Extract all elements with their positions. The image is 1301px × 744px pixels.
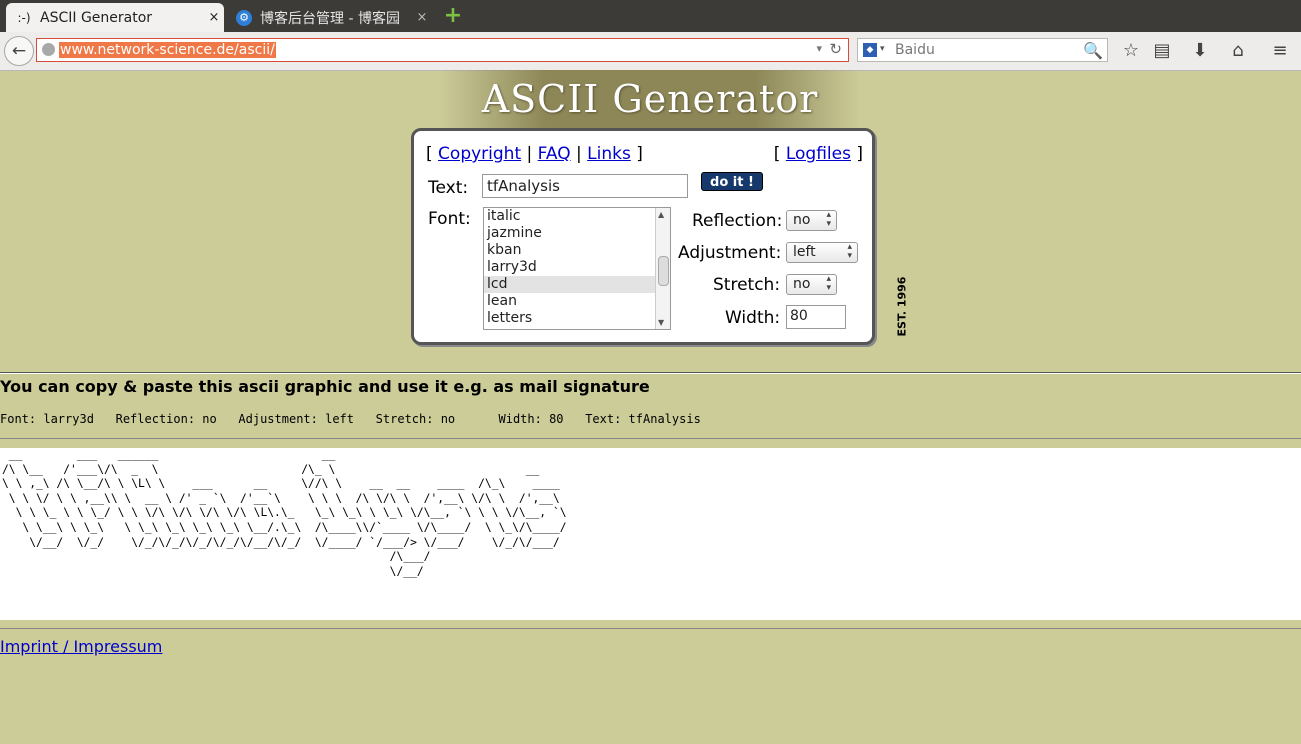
tab-title: 博客后台管理 - 博客园 [260, 10, 400, 27]
close-tab-icon[interactable]: × [412, 10, 432, 25]
home-icon[interactable]: ⌂ [1227, 40, 1249, 62]
search-bar[interactable]: ◆ ▾ Baidu 🔍 [857, 38, 1108, 62]
logo-text: ASCII Generator [481, 77, 819, 121]
select-arrows-icon: ▴ ▾ [847, 242, 852, 261]
font-listbox[interactable]: italic jazmine kban larry3d lcd lean let… [483, 207, 671, 330]
stretch-label: Stretch: [713, 275, 781, 295]
close-tab-icon[interactable]: × [204, 10, 224, 25]
select-arrows-icon: ▴ ▾ [826, 210, 831, 229]
text-input[interactable]: tfAnalysis [482, 174, 688, 198]
do-it-button[interactable]: do it ! [701, 172, 763, 191]
back-arrow-icon[interactable]: ← [4, 36, 34, 66]
ascii-output-area: __ ___ ______ __ /\ \__ /'___\/\ _ \ /\_… [0, 448, 1301, 620]
width-label: Width: [725, 308, 781, 328]
logfiles-links: [ Logfiles ] [773, 144, 863, 164]
reload-icon[interactable]: ↻ [829, 40, 842, 58]
navigation-bar: ← www.network-science.de/ascii/ ▾ ↻ ◆ ▾ … [0, 32, 1301, 71]
stretch-select[interactable]: no ▴ ▾ [786, 274, 837, 295]
copy-paste-note: You can copy & paste this ascii graphic … [0, 377, 650, 396]
url-text[interactable]: www.network-science.de/ascii/ [59, 42, 276, 58]
top-links: [ Copyright | FAQ | Links ] [426, 144, 643, 164]
font-option[interactable]: jazmine [484, 225, 657, 242]
reflection-select[interactable]: no ▴ ▾ [786, 210, 837, 231]
font-option[interactable]: italic [484, 208, 657, 225]
logfiles-link[interactable]: Logfiles [786, 144, 851, 164]
search-input[interactable]: Baidu [895, 42, 935, 58]
scroll-thumb[interactable] [658, 256, 669, 286]
font-list-scrollbar[interactable]: ▲ ▼ [655, 208, 670, 329]
tab-ascii-generator[interactable]: :-) ASCII Generator × [6, 3, 224, 32]
divider [0, 438, 1301, 439]
reading-list-icon[interactable]: ▤ [1151, 40, 1173, 62]
stretch-value: no [793, 276, 811, 292]
font-label: Font: [428, 209, 471, 229]
est-label: EST. 1996 [895, 276, 909, 337]
copyright-link[interactable]: Copyright [438, 144, 521, 164]
divider [0, 628, 1301, 629]
font-option[interactable]: letters [484, 310, 657, 327]
reflection-value: no [793, 212, 811, 228]
tab-title: ASCII Generator [40, 9, 153, 26]
font-option[interactable]: kban [484, 242, 657, 259]
imprint-link[interactable]: Imprint / Impressum [0, 637, 162, 656]
divider [0, 372, 1301, 374]
globe-icon [42, 43, 55, 56]
tab-bar: :-) ASCII Generator × ⚙ 博客后台管理 - 博客园 × + [0, 0, 1301, 32]
select-arrows-icon: ▴ ▾ [826, 274, 831, 293]
reflection-label: Reflection: [692, 211, 783, 231]
adjustment-label: Adjustment: [678, 243, 782, 263]
adjustment-select[interactable]: left ▴ ▾ [786, 242, 858, 263]
url-bar[interactable]: www.network-science.de/ascii/ ▾ ↻ [36, 38, 849, 62]
new-tab-plus-icon[interactable]: + [443, 5, 463, 27]
font-option[interactable]: lean [484, 293, 657, 310]
site-logo: ASCII Generator [440, 70, 860, 128]
url-dropdown-icon[interactable]: ▾ [816, 42, 822, 55]
faq-link[interactable]: FAQ [538, 144, 571, 164]
adjustment-value: left [793, 244, 816, 260]
search-icon[interactable]: 🔍 [1083, 41, 1103, 60]
settings-summary: Font: larry3d Reflection: no Adjustment:… [0, 412, 701, 426]
font-option-selected[interactable]: lcd [484, 276, 657, 293]
blog-favicon-icon: ⚙ [236, 9, 252, 26]
font-option[interactable]: larry3d [484, 259, 657, 276]
width-input[interactable]: 80 [786, 305, 846, 329]
smiley-favicon-icon: :-) [17, 10, 31, 25]
links-link[interactable]: Links [587, 144, 631, 164]
ascii-art-output: __ ___ ______ __ /\ \__ /'___\/\ _ \ /\_… [2, 448, 567, 578]
bookmark-star-icon[interactable]: ☆ [1120, 40, 1142, 62]
scroll-down-icon[interactable]: ▼ [658, 318, 664, 327]
baidu-paw-icon[interactable]: ◆ [863, 43, 877, 57]
search-engine-dropdown-icon[interactable]: ▾ [880, 44, 885, 54]
text-label: Text: [428, 178, 469, 198]
scroll-up-icon[interactable]: ▲ [658, 210, 664, 219]
tab-blog-admin[interactable]: ⚙ 博客后台管理 - 博客园 × [226, 3, 432, 32]
menu-icon[interactable]: ≡ [1269, 40, 1291, 62]
download-icon[interactable]: ⬇ [1189, 40, 1211, 62]
